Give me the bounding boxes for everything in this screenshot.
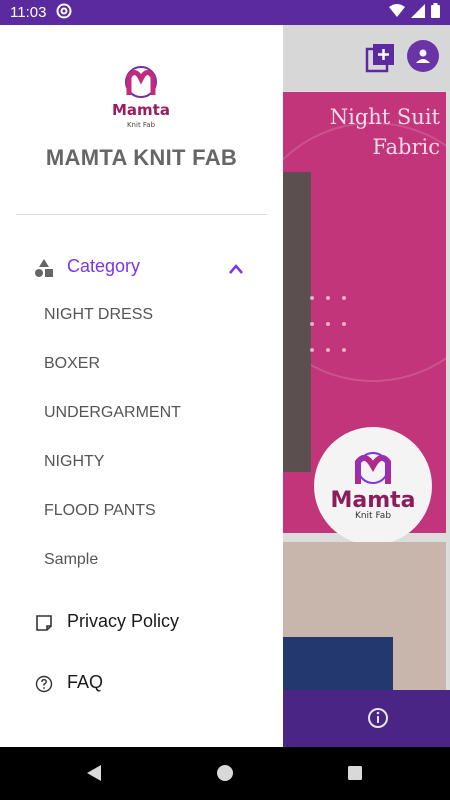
faq-label: FAQ: [67, 672, 104, 692]
add-box-icon[interactable]: [365, 43, 395, 73]
chevron-up-icon[interactable]: [228, 260, 244, 274]
mamta-logo-mark: [355, 451, 391, 484]
banner-logo-word: Mamta: [330, 487, 416, 513]
brand-name: MAMTA KNIT FAB: [45, 145, 238, 170]
bottom-navigation: [283, 690, 450, 747]
banner-title-line1: Night Suit: [329, 105, 440, 129]
logo-sub: Knit Fab: [126, 121, 156, 129]
status-bar: 11:03: [0, 0, 450, 25]
home-icon[interactable]: [216, 763, 234, 787]
navigation-drawer: Mamta Knit Fab MAMTA KNIT FAB Category N…: [0, 25, 283, 747]
drawer-logo: Mamta Knit Fab: [106, 63, 176, 129]
category-label: Category: [67, 256, 141, 276]
divider: [16, 214, 267, 215]
menu-item-faq[interactable]: FAQ: [0, 669, 283, 699]
banner-logo: Mamta Knit Fab: [314, 427, 432, 545]
banner-logo-sub: Knit Fab: [354, 510, 392, 521]
category-item-nighty[interactable]: NIGHTY: [44, 453, 104, 471]
category-item-sample[interactable]: Sample: [44, 551, 98, 569]
note-icon: [35, 614, 53, 632]
back-icon[interactable]: [85, 763, 103, 787]
category-item-flood-pants[interactable]: FLOOD PANTS: [44, 502, 156, 520]
category-item-night-dress[interactable]: NIGHT DRESS: [44, 306, 153, 324]
system-navigation-bar: [0, 747, 450, 800]
profile-icon[interactable]: [407, 40, 439, 72]
mamta-logo-mark: [125, 66, 157, 98]
at-sign-icon: [56, 3, 72, 23]
banner-title: Night Suit Fabric: [300, 102, 440, 162]
category-header[interactable]: Category: [0, 251, 283, 283]
help-circle-icon: [35, 675, 53, 693]
signal-icon: [411, 3, 425, 22]
privacy-policy-label: Privacy Policy: [67, 611, 180, 631]
category-item-undergarment[interactable]: UNDERGARMENT: [44, 404, 181, 422]
battery-icon: [431, 3, 440, 22]
wifi-icon: [389, 3, 405, 22]
logo-word: Mamta: [112, 101, 170, 119]
recents-icon[interactable]: [346, 763, 364, 787]
menu-item-privacy-policy[interactable]: Privacy Policy: [0, 608, 283, 638]
banner-title-line2: Fabric: [372, 135, 440, 159]
decorative-dots: [310, 296, 350, 376]
category-item-boxer[interactable]: BOXER: [44, 355, 100, 373]
info-icon[interactable]: [367, 707, 389, 733]
category-shapes-icon: [34, 258, 54, 278]
status-time: 11:03: [10, 4, 47, 21]
